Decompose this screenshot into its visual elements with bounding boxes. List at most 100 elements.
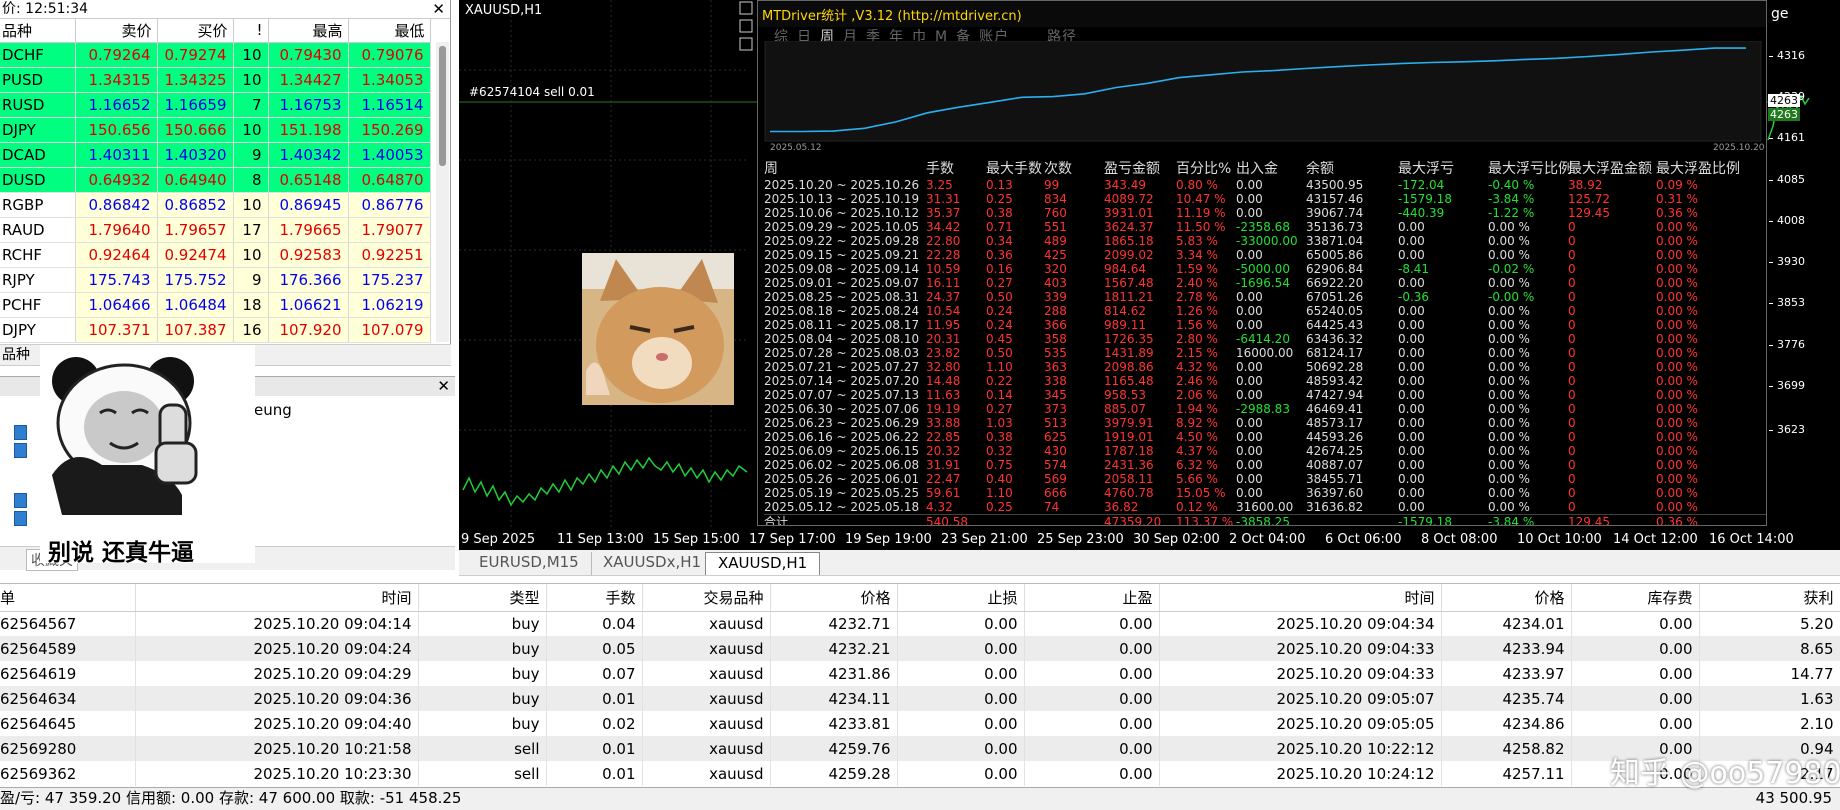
trade-col-header[interactable]: 手数 [546,584,643,612]
stats-col-header[interactable]: 最大手数 [986,158,1044,178]
stats-row[interactable]: 2025.06.30 ~ 2025.07.06 19.19 0.27 373 885.0… [764,402,1766,416]
stats-cell: 2025.07.21 ~ 2025.07.27 [764,360,920,374]
trade-col-header[interactable]: 止盈 [1024,584,1160,612]
stats-col-header[interactable]: 最大浮盈金额 [1568,158,1656,178]
close-icon[interactable]: ✕ [437,377,450,395]
stats-col-header[interactable]: 最大浮盈比例 [1656,158,1766,178]
stats-col-header[interactable]: 百分比% [1176,158,1236,178]
trade-row[interactable]: 62569280 2025.10.20 10:21:58 sell 0.01 xauus… [0,736,1840,761]
stats-col-header[interactable]: 最大浮亏 [1398,158,1488,178]
trade-col-header[interactable]: 价格 [1441,584,1572,612]
vertical-scrollbar[interactable] [436,42,449,342]
trade-row[interactable]: 62564645 2025.10.20 09:04:40 buy 0.02 xauusd… [0,711,1840,736]
stats-row[interactable]: 2025.06.23 ~ 2025.06.29 33.88 1.03 513 3979.… [764,416,1766,430]
stats-col-header[interactable]: 余额 [1306,158,1398,178]
trade-col-header[interactable]: 单 [0,584,136,612]
book-icon[interactable] [14,443,27,458]
stats-row[interactable]: 2025.09.22 ~ 2025.09.28 22.80 0.34 489 1865.… [764,234,1766,248]
market-watch-row[interactable]: DJPY 150.656 150.666 10 151.198 150.269 [0,117,431,143]
market-watch-row[interactable]: DCHF 0.79264 0.79274 10 0.79430 0.79076 [0,42,431,68]
market-watch-row[interactable]: DCAD 1.40311 1.40320 9 1.40342 1.40053 [0,142,431,168]
trade-col-header[interactable]: 获利 [1699,584,1840,612]
trade-col-header[interactable]: 类型 [418,584,547,612]
market-watch-col-header[interactable]: ! [233,19,269,43]
stats-row[interactable]: 2025.10.06 ~ 2025.10.12 35.37 0.38 760 3931.… [764,206,1766,220]
stats-cell: 0.00 % [1488,318,1530,332]
stats-row[interactable]: 2025.06.16 ~ 2025.06.22 22.85 0.38 625 1919.… [764,430,1766,444]
market-watch-row[interactable]: DUSD 0.64932 0.64940 8 0.65148 0.64870 [0,167,431,193]
stats-row[interactable]: 2025.05.12 ~ 2025.05.18 4.32 0.25 74 36.82 0.… [764,500,1766,515]
book-icon[interactable] [14,425,27,440]
stats-row[interactable]: 2025.09.29 ~ 2025.10.05 34.42 0.71 551 3624.… [764,220,1766,234]
close-icon[interactable]: ✕ [432,0,445,19]
trade-row[interactable]: 62564567 2025.10.20 09:04:14 buy 0.04 xauusd… [0,611,1840,636]
stats-col-header[interactable]: 盈亏金额 [1104,158,1176,178]
market-watch-row[interactable]: RJPY 175.743 175.752 9 176.366 175.237 [0,267,431,293]
quote-low: 1.79077 [348,217,431,243]
stats-cell: 2025.06.09 ~ 2025.06.15 [764,444,920,458]
stats-row[interactable]: 2025.07.21 ~ 2025.07.27 32.80 1.10 363 2098.… [764,360,1766,374]
market-watch-row[interactable]: PUSD 1.34315 1.34325 10 1.34427 1.34053 [0,67,431,93]
stats-cell: 0 [1568,374,1576,388]
trade-col-header[interactable]: 时间 [1159,584,1442,612]
stats-cell: 0.00 [1236,374,1263,388]
trade-col-header[interactable]: 库存费 [1571,584,1700,612]
stats-row[interactable]: 2025.07.07 ~ 2025.07.13 11.63 0.14 345 958.5… [764,388,1766,402]
meme-sticker: 别说 还真牛逼 [40,345,255,566]
trade-col-header[interactable]: 价格 [770,584,898,612]
trade-row[interactable]: 62564589 2025.10.20 09:04:24 buy 0.05 xauusd… [0,636,1840,661]
market-watch-col-header[interactable]: 品种 [0,19,76,43]
stats-row[interactable]: 2025.08.25 ~ 2025.08.31 24.37 0.50 339 1811.… [764,290,1766,304]
market-watch-row[interactable]: DJPY 107.371 107.387 16 107.920 107.079 [0,317,431,343]
market-watch-col-header[interactable]: 卖价 [75,19,158,43]
trade-cell: sell [418,736,547,761]
stats-row[interactable]: 2025.05.26 ~ 2025.06.01 22.47 0.40 569 2058.… [764,472,1766,486]
stats-row[interactable]: 2025.10.20 ~ 2025.10.26 3.25 0.13 99 343.49 0… [764,178,1766,192]
stats-row[interactable]: 2025.08.18 ~ 2025.08.24 10.54 0.24 288 814.6… [764,304,1766,318]
cat-image [582,253,734,405]
trade-cell: xauusd [642,736,771,761]
stats-row[interactable]: 2025.09.15 ~ 2025.09.21 22.28 0.36 425 2099.… [764,248,1766,262]
tab-xauusd-h1[interactable]: XAUUSD,H1 [705,552,821,575]
price-tick-label: 3853 [1769,296,1805,309]
tab-eurusd-m15[interactable]: EURUSD,M15 [467,552,592,575]
navigator-account-label[interactable]: eung [254,401,292,419]
trade-row[interactable]: 62569362 2025.10.20 10:23:30 sell 0.01 xauus… [0,761,1840,786]
book-icon[interactable] [14,493,27,508]
trade-col-header[interactable]: 止损 [897,584,1025,612]
stats-row[interactable]: 2025.05.19 ~ 2025.05.25 59.61 1.10 666 4760.… [764,486,1766,500]
symbol-name: DJPY [0,317,76,343]
trade-row[interactable]: 62564634 2025.10.20 09:04:36 buy 0.01 xauusd… [0,686,1840,711]
stats-cell: 67051.26 [1306,290,1364,304]
stats-row[interactable]: 2025.09.08 ~ 2025.09.14 10.59 0.16 320 984.6… [764,262,1766,276]
market-watch-row[interactable]: RGBP 0.86842 0.86852 10 0.86945 0.86776 [0,192,431,218]
tab-symbols[interactable]: 品种 [2,347,30,363]
market-watch-col-header[interactable]: 最高 [268,19,349,43]
stats-row[interactable]: 2025.07.14 ~ 2025.07.20 14.48 0.22 338 1165.… [764,374,1766,388]
scrollbar-thumb[interactable] [439,46,446,166]
book-icon[interactable] [14,511,27,526]
stats-row[interactable]: 2025.07.28 ~ 2025.08.03 23.82 0.50 535 1431.… [764,346,1766,360]
stats-col-header[interactable]: 手数 [926,158,986,178]
market-watch-row[interactable]: RUSD 1.16652 1.16659 7 1.16753 1.16514 [0,92,431,118]
stats-cell: 2431.36 [1104,458,1154,472]
stats-col-header[interactable]: 周 [764,158,926,178]
stats-row[interactable]: 2025.09.01 ~ 2025.09.07 16.11 0.27 403 1567.… [764,276,1766,290]
stats-row[interactable]: 2025.08.04 ~ 2025.08.10 20.31 0.45 358 1726.… [764,332,1766,346]
trade-col-header[interactable]: 时间 [135,584,419,612]
trade-row[interactable]: 62564619 2025.10.20 09:04:29 buy 0.07 xauusd… [0,661,1840,686]
stats-col-header[interactable]: 次数 [1044,158,1104,178]
stats-col-header[interactable]: 最大浮亏比例 [1488,158,1572,178]
market-watch-col-header[interactable]: 最低 [348,19,431,43]
stats-row[interactable]: 2025.10.13 ~ 2025.10.19 31.31 0.25 834 4089.… [764,192,1766,206]
stats-col-header[interactable]: 出入金 [1236,158,1306,178]
tab-xauusdx-h1[interactable]: XAUUSDx,H1 [591,552,715,575]
stats-row[interactable]: 2025.06.09 ~ 2025.06.15 20.32 0.32 430 1787.… [764,444,1766,458]
market-watch-row[interactable]: PCHF 1.06466 1.06484 18 1.06621 1.06219 [0,292,431,318]
market-watch-row[interactable]: RCHF 0.92464 0.92474 10 0.92583 0.92251 [0,242,431,268]
market-watch-col-header[interactable]: 买价 [157,19,234,43]
trade-col-header[interactable]: 交易品种 [642,584,771,612]
stats-row[interactable]: 2025.08.11 ~ 2025.08.17 11.95 0.24 366 989.1… [764,318,1766,332]
stats-row[interactable]: 2025.06.02 ~ 2025.06.08 31.91 0.75 574 2431.… [764,458,1766,472]
market-watch-row[interactable]: RAUD 1.79640 1.79657 17 1.79665 1.79077 [0,217,431,243]
